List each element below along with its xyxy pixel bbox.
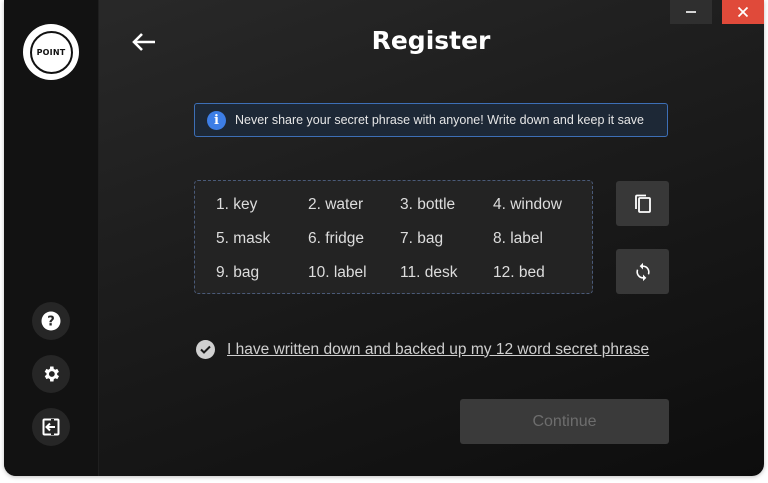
phrase-word: 7. bag [400, 230, 444, 247]
back-button[interactable] [130, 30, 158, 54]
info-icon: i [207, 110, 226, 130]
phrase-word: 10. label [308, 264, 367, 281]
logo: POINT [23, 24, 79, 80]
check-circle-icon[interactable] [196, 340, 215, 359]
help-icon: ? [41, 311, 61, 331]
close-button[interactable] [722, 0, 764, 24]
phrase-word: 12. bed [493, 264, 545, 281]
copy-phrase-button[interactable] [616, 181, 669, 226]
minimize-button[interactable] [670, 0, 712, 24]
copy-icon [634, 194, 651, 213]
logo-text: POINT [29, 30, 73, 74]
phrase-word: 4. window [493, 196, 562, 213]
svg-text:?: ? [47, 315, 55, 330]
security-notice: i Never share your secret phrase with an… [194, 103, 668, 137]
settings-button[interactable] [32, 355, 70, 393]
phrase-word: 1. key [216, 196, 258, 213]
notice-text: Never share your secret phrase with anyo… [235, 113, 645, 127]
arrow-left-icon [132, 33, 155, 51]
continue-button[interactable]: Continue [460, 399, 669, 444]
phrase-word: 9. bag [216, 264, 260, 281]
logout-icon [42, 418, 60, 436]
gear-icon [44, 366, 59, 382]
secret-phrase-box: 1. key 2. water 3. bottle 4. window 5. m… [194, 180, 593, 294]
phrase-word: 11. desk [400, 264, 458, 281]
phrase-word: 8. label [493, 230, 543, 247]
phrase-word: 6. fridge [308, 230, 365, 247]
backup-confirmation[interactable]: I have written down and backed up my 12 … [196, 340, 649, 359]
page-title: Register [371, 26, 491, 55]
refresh-icon [635, 262, 650, 281]
phrase-word: 3. bottle [400, 196, 456, 213]
minimize-icon [686, 11, 696, 13]
regenerate-phrase-button[interactable] [616, 249, 669, 294]
help-button[interactable]: ? [32, 302, 70, 340]
confirmation-text[interactable]: I have written down and backed up my 12 … [227, 341, 649, 359]
sidebar: POINT ? [4, 0, 99, 476]
app-window: POINT ? Register i Never share your secr… [4, 0, 764, 476]
phrase-word: 5. mask [216, 230, 271, 247]
phrase-word: 2. water [308, 196, 364, 213]
logout-button[interactable] [32, 408, 70, 446]
close-icon [737, 6, 749, 18]
